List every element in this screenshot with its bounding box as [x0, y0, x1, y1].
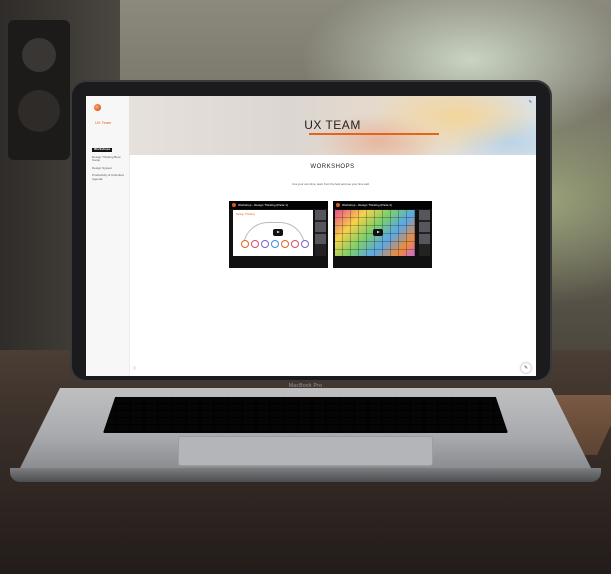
- section-title: WORKSHOPS: [310, 164, 355, 170]
- participant-thumbnails: [419, 210, 430, 256]
- speaker-tweeter: [22, 38, 56, 72]
- sidebar-item-design-system[interactable]: Design System: [92, 166, 128, 171]
- diagram-dots: [241, 235, 311, 253]
- laptop-front-edge: [10, 468, 601, 482]
- info-icon[interactable]: ⓘ: [133, 366, 136, 370]
- video-header: Workshop - Design Thinking (Parte 2): [333, 201, 432, 209]
- video-embed-1[interactable]: Design Thinking Workshop - Design Thinki…: [229, 201, 328, 268]
- participant-thumb: [419, 222, 430, 232]
- diagram-dot: [251, 240, 259, 248]
- participant-thumb: [315, 222, 326, 232]
- participant-thumb: [315, 210, 326, 220]
- video-header: Workshop - Design Thinking (Parte 1): [229, 201, 328, 209]
- play-icon[interactable]: [373, 229, 383, 236]
- diagram-dot: [261, 240, 269, 248]
- header-banner: UX TEAM ✎: [129, 96, 536, 155]
- video-title[interactable]: Workshop - Design Thinking (Parte 1): [238, 203, 288, 207]
- keyboard: [103, 397, 508, 433]
- participant-thumbnails: [315, 210, 326, 256]
- title-underline: [309, 133, 439, 135]
- site-name[interactable]: UX Team: [95, 120, 111, 125]
- channel-avatar: [336, 203, 340, 207]
- sidebar-item-productivity[interactable]: Productivity & Unlimited Agenda: [92, 174, 128, 181]
- trackpad: [178, 436, 433, 466]
- edit-icon[interactable]: ✎: [529, 99, 532, 104]
- play-icon[interactable]: [273, 229, 283, 236]
- slide-label: Design Thinking: [236, 213, 255, 216]
- intro-text: Use your own time, learn from the best a…: [292, 182, 370, 186]
- diagram-dot: [271, 240, 279, 248]
- diagram-dot: [241, 240, 249, 248]
- sidebar-item-bootcamp[interactable]: Design Thinking Boot Camp: [92, 155, 128, 163]
- participant-thumb: [419, 210, 430, 220]
- video-embed-2[interactable]: Workshop - Design Thinking (Parte 2): [333, 201, 432, 268]
- diagram-dot: [281, 240, 289, 248]
- sidebar: UX Team Workshops Design Thinking Boot C…: [86, 96, 130, 376]
- speaker: [8, 20, 70, 160]
- site-logo-icon[interactable]: [94, 104, 101, 111]
- diagram-dot: [291, 240, 299, 248]
- edit-fab-icon[interactable]: ✎: [521, 363, 531, 373]
- participant-thumb: [419, 234, 430, 244]
- participant-thumb: [315, 234, 326, 244]
- speaker-woofer: [18, 90, 60, 132]
- page-title: UX TEAM: [304, 118, 361, 132]
- device-label: MacBook Pro: [288, 383, 323, 389]
- sidebar-item-workshops[interactable]: Workshops: [92, 147, 113, 152]
- channel-avatar: [232, 203, 236, 207]
- diagram-dot: [301, 240, 309, 248]
- laptop-screen: UX Team Workshops Design Thinking Boot C…: [86, 96, 536, 376]
- video-title[interactable]: Workshop - Design Thinking (Parte 2): [342, 203, 392, 207]
- sidebar-nav: Workshops Design Thinking Boot Camp Desi…: [92, 137, 128, 186]
